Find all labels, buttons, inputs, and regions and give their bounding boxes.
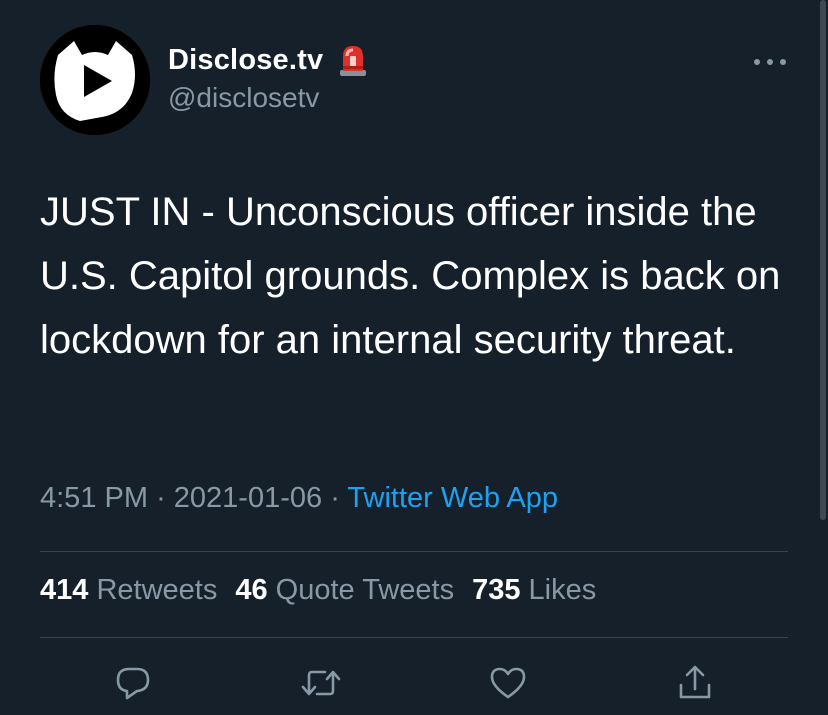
avatar[interactable] — [40, 25, 150, 135]
account-handle[interactable]: @disclosetv — [168, 82, 319, 114]
heart-icon — [490, 667, 526, 699]
more-options-icon[interactable] — [750, 50, 790, 74]
tweet-date[interactable]: 2021-01-06 — [174, 482, 322, 514]
retweets-stat[interactable]: 414 Retweets — [40, 574, 217, 607]
quote-tweets-stat[interactable]: 46 Quote Tweets — [235, 574, 454, 607]
scrollbar[interactable] — [820, 0, 826, 520]
retweets-label: Retweets — [96, 574, 218, 606]
quote-tweets-label: Quote Tweets — [275, 574, 455, 606]
quote-tweets-count: 46 — [235, 574, 276, 606]
reply-icon — [116, 667, 150, 700]
likes-count: 735 — [472, 574, 529, 606]
retweet-button[interactable] — [296, 658, 346, 708]
likes-label: Likes — [528, 574, 597, 606]
meta-separator: · — [330, 482, 348, 514]
share-button[interactable] — [670, 658, 720, 708]
tweet-text: JUST IN - Unconscious officer inside the… — [40, 190, 781, 362]
tweet-stats: 414 Retweets 46 Quote Tweets 735 Likes — [40, 574, 614, 607]
like-button[interactable] — [483, 658, 533, 708]
retweet-icon — [301, 670, 341, 696]
tweet-actions — [0, 658, 828, 708]
tweet-source-link[interactable]: Twitter Web App — [347, 482, 558, 514]
retweets-count: 414 — [40, 574, 97, 606]
divider — [40, 637, 788, 638]
display-name[interactable]: Disclose.tv — [168, 44, 323, 77]
divider — [40, 551, 788, 552]
tweet-meta: 4:51 PM · 2021-01-06 · Twitter Web App — [40, 482, 558, 515]
tweet-detail: Disclose.tv @disclosetv JUST IN - Uncons… — [0, 0, 828, 715]
share-icon — [679, 665, 711, 699]
tweet-time[interactable]: 4:51 PM — [40, 482, 148, 514]
display-name-row: Disclose.tv — [168, 42, 369, 78]
likes-stat[interactable]: 735 Likes — [472, 574, 596, 607]
reply-button[interactable] — [108, 658, 158, 708]
play-cat-logo-icon — [40, 25, 150, 135]
meta-separator: · — [156, 482, 174, 514]
siren-icon — [337, 42, 369, 78]
